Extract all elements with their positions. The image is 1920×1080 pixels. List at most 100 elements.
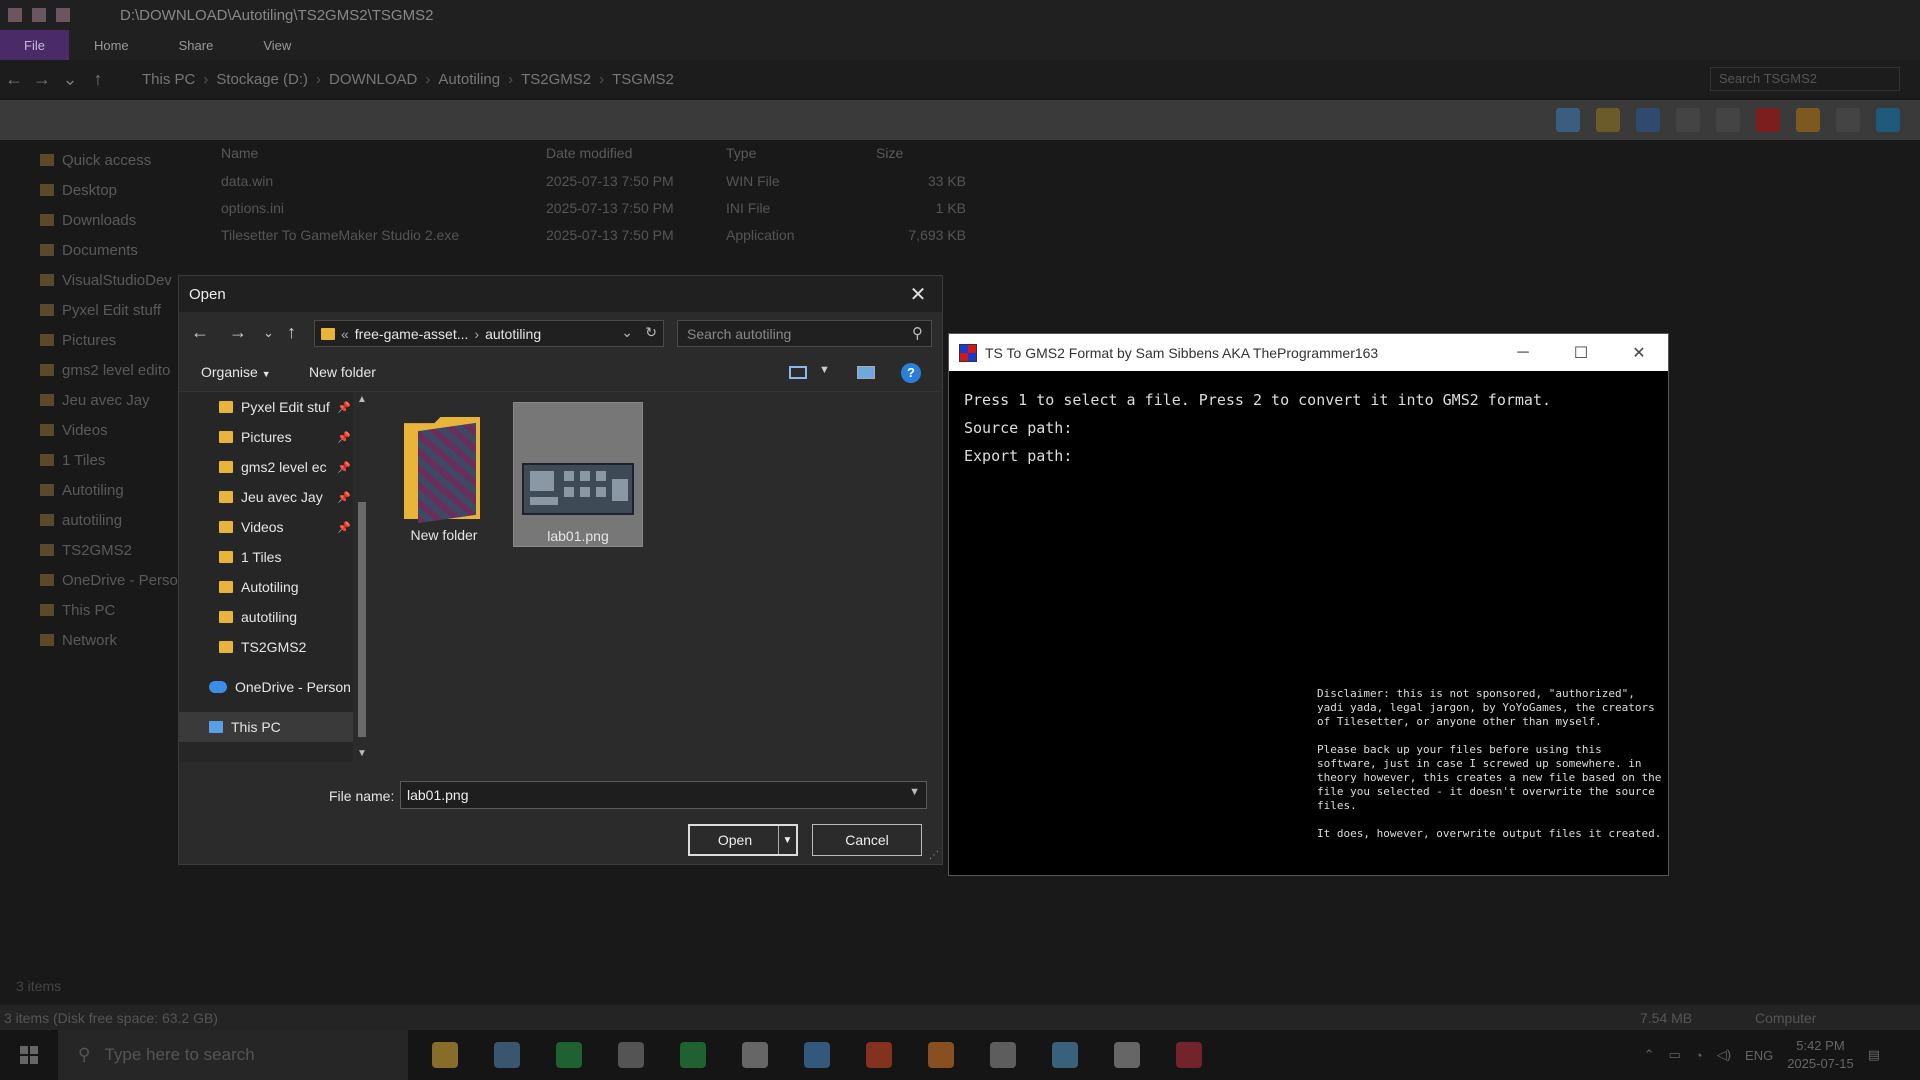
breadcrumb-this-pc[interactable]: This PC	[142, 71, 195, 88]
breadcrumb-free-game-assets[interactable]: free-game-asset...	[355, 326, 469, 342]
bg-nav-item[interactable]: Videos	[0, 415, 195, 445]
rename-icon[interactable]	[1836, 108, 1860, 132]
maximize-icon[interactable]: ☐	[1552, 334, 1610, 371]
quick-access-toolbar-icon[interactable]	[32, 8, 46, 22]
bg-nav-item[interactable]: gms2 level edito	[0, 355, 195, 385]
preview-pane-icon[interactable]	[857, 366, 875, 379]
scroll-up-icon[interactable]: ▲	[357, 394, 367, 405]
bg-nav-item[interactable]: Autotiling	[0, 475, 195, 505]
close-icon[interactable]: ✕	[1610, 334, 1668, 371]
taskbar-app-button[interactable]	[972, 1030, 1034, 1080]
taskbar-app-button[interactable]	[414, 1030, 476, 1080]
taskbar-app-button[interactable]	[1096, 1030, 1158, 1080]
chevron-down-icon[interactable]: ▼	[909, 786, 920, 798]
organise-button[interactable]: Organise ▼	[201, 364, 271, 380]
bg-nav-item[interactable]: VisualStudioDev	[0, 265, 195, 295]
paste-icon[interactable]	[1716, 108, 1740, 132]
open-button[interactable]: Open ▼	[688, 824, 798, 856]
ribbon-tab-view[interactable]: View	[238, 38, 316, 53]
taskbar-app-button[interactable]	[600, 1030, 662, 1080]
bg-nav-item[interactable]: Pyxel Edit stuff	[0, 295, 195, 325]
dialog-nav-item[interactable]: 1 Tiles	[179, 542, 357, 572]
breadcrumb-overflow[interactable]: «	[341, 326, 349, 342]
bg-nav-item[interactable]: Network	[0, 625, 195, 655]
table-row[interactable]: data.win 2025-07-13 7:50 PM WIN File 33 …	[215, 167, 975, 194]
dialog-nav-item[interactable]: Autotiling	[179, 572, 357, 602]
taskbar-app-button[interactable]	[538, 1030, 600, 1080]
pin-icon[interactable]: 📌	[337, 431, 351, 444]
file-name-input[interactable]: lab01.png ▼	[400, 781, 927, 809]
breadcrumb-autotiling[interactable]: autotiling	[485, 326, 541, 342]
resize-grip-icon[interactable]: ⋰	[929, 850, 939, 861]
refresh-icon[interactable]: ↻	[645, 324, 657, 341]
dialog-address-bar[interactable]: « free-game-asset... › autotiling ⌄ ↻	[314, 320, 664, 347]
change-view-icon[interactable]	[789, 366, 807, 379]
taskbar-app-button[interactable]	[662, 1030, 724, 1080]
network-icon[interactable]: ◔	[1695, 1048, 1703, 1063]
globe-icon[interactable]	[1876, 108, 1900, 132]
column-date-modified[interactable]: Date modified	[546, 145, 726, 167]
bg-nav-item[interactable]: Downloads	[0, 205, 195, 235]
breadcrumb-download[interactable]: DOWNLOAD	[329, 71, 417, 88]
taskbar-app-button[interactable]	[476, 1030, 538, 1080]
dialog-nav-item[interactable]: Pictures 📌	[179, 422, 357, 452]
breadcrumb-autotiling[interactable]: Autotiling	[438, 71, 500, 88]
column-size[interactable]: Size	[876, 145, 976, 167]
minimize-icon[interactable]: ─	[1494, 334, 1552, 371]
file-tile-new-folder[interactable]: New folder	[379, 402, 509, 547]
taskbar-app-button[interactable]	[848, 1030, 910, 1080]
bg-nav-item[interactable]: Desktop	[0, 175, 195, 205]
column-type[interactable]: Type	[726, 145, 876, 167]
bg-nav-item[interactable]: Quick access	[0, 145, 195, 175]
bg-nav-item[interactable]: 1 Tiles	[0, 445, 195, 475]
bg-nav-item[interactable]: Pictures	[0, 325, 195, 355]
ribbon-tab-file[interactable]: File	[0, 30, 69, 60]
clock[interactable]: 5:42 PM 2025-07-15	[1787, 1037, 1854, 1073]
bg-nav-item[interactable]: autotiling	[0, 505, 195, 535]
delete-icon[interactable]	[1756, 108, 1780, 132]
forward-arrow-icon[interactable]: →	[229, 322, 247, 343]
pin-icon[interactable]: 📌	[337, 461, 351, 474]
pane-icon[interactable]	[1556, 108, 1580, 132]
help-button[interactable]: ?	[901, 363, 921, 383]
open-split-dropdown-icon[interactable]: ▼	[778, 826, 796, 854]
dialog-nav-item[interactable]: Videos 📌	[179, 512, 357, 542]
volume-icon[interactable]: ◁)	[1717, 1047, 1731, 1063]
close-icon[interactable]: ✕	[904, 280, 932, 308]
back-arrow-icon[interactable]: ←	[0, 69, 28, 90]
new-folder-button[interactable]: New folder	[309, 364, 376, 380]
recent-chevron-icon[interactable]: ⌄	[56, 69, 84, 90]
dialog-nav-item[interactable]: Jeu avec Jay 📌	[179, 482, 357, 512]
chevron-down-icon[interactable]: ⌄	[621, 324, 633, 341]
dialog-nav-item[interactable]: gms2 level ec 📌	[179, 452, 357, 482]
notification-icon[interactable]: ▤	[1868, 1047, 1880, 1063]
scrollbar-thumb[interactable]	[358, 502, 366, 737]
taskbar-search-input[interactable]: ⚲ Type here to search	[58, 1030, 408, 1080]
breadcrumb-ts2gms2[interactable]: TS2GMS2	[521, 71, 591, 88]
copy-icon[interactable]	[1676, 108, 1700, 132]
taskbar-app-button[interactable]	[786, 1030, 848, 1080]
bg-nav-item[interactable]: Documents	[0, 235, 195, 265]
explorer-search-input[interactable]: Search TSGMS2	[1710, 67, 1900, 91]
quick-access-folder-icon[interactable]	[56, 8, 70, 22]
pin-icon[interactable]: 📌	[337, 521, 351, 534]
pin-icon[interactable]: 📌	[337, 401, 351, 414]
checkmark-icon[interactable]	[1796, 108, 1820, 132]
ribbon-tab-share[interactable]: Share	[154, 38, 239, 53]
table-row[interactable]: Tilesetter To GameMaker Studio 2.exe 202…	[215, 221, 975, 248]
nav-item-this-pc[interactable]: This PC	[179, 712, 357, 742]
folder-icon[interactable]	[1596, 108, 1620, 132]
pin-icon[interactable]: 📌	[337, 491, 351, 504]
up-arrow-icon[interactable]: ↑	[287, 322, 296, 343]
bg-nav-item[interactable]: TS2GMS2	[0, 535, 195, 565]
taskbar-app-button[interactable]	[910, 1030, 972, 1080]
bg-nav-item[interactable]: OneDrive - Persona	[0, 565, 195, 595]
breadcrumb-tsgms2[interactable]: TSGMS2	[612, 71, 674, 88]
dialog-search-input[interactable]: Search autotiling ⚲	[677, 320, 932, 347]
taskbar-app-button[interactable]	[724, 1030, 786, 1080]
table-row[interactable]: options.ini 2025-07-13 7:50 PM INI File …	[215, 194, 975, 221]
taskbar-app-button[interactable]	[1158, 1030, 1220, 1080]
bg-nav-item[interactable]: This PC	[0, 595, 195, 625]
dialog-nav-item[interactable]: Pyxel Edit stuf 📌	[179, 392, 357, 422]
dialog-nav-item[interactable]: TS2GMS2	[179, 632, 357, 662]
